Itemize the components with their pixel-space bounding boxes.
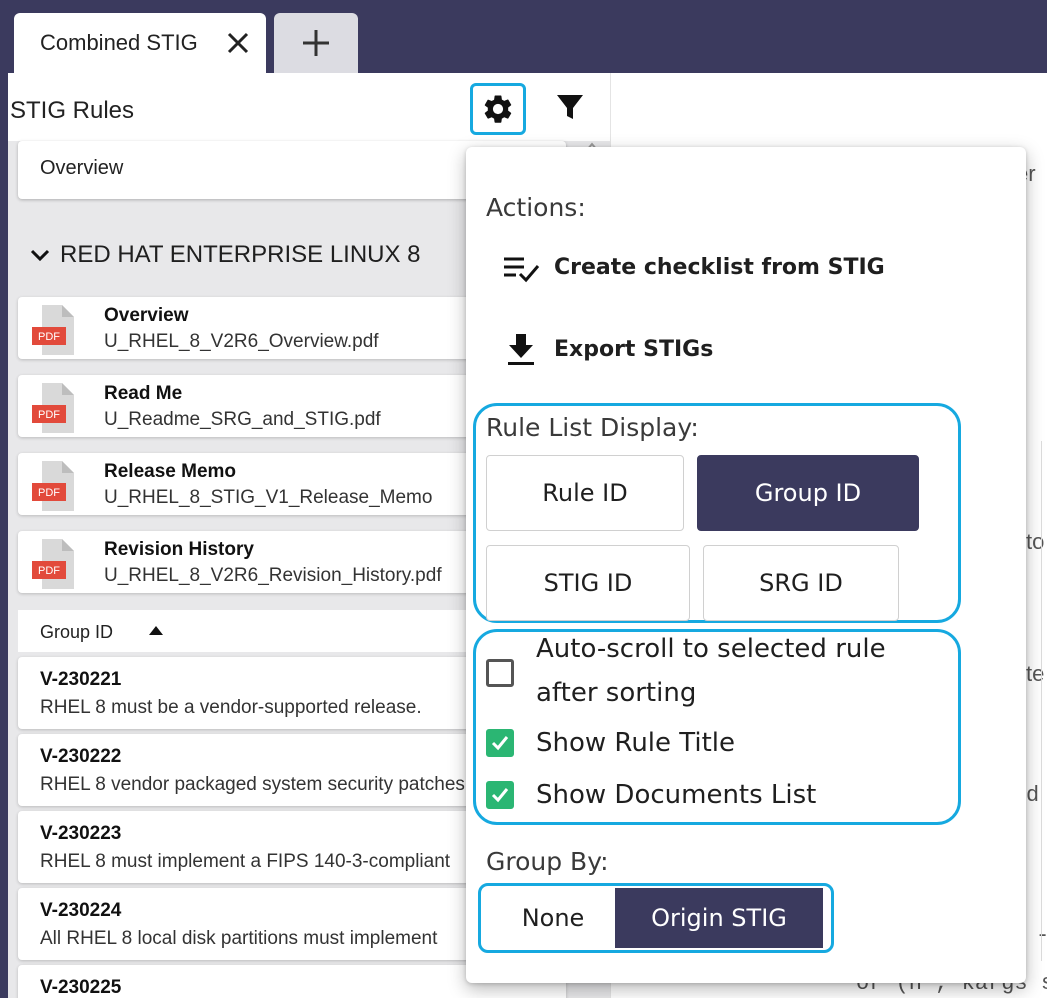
rule-id: V-230221: [40, 669, 122, 690]
group-by-label: Group By:: [486, 847, 609, 876]
window-edge: [0, 73, 8, 998]
panel-title: STIG Rules: [10, 97, 135, 124]
sort-column-label: Group ID: [40, 622, 114, 642]
auto-scroll-checkbox[interactable]: [486, 659, 514, 687]
stig-id-option[interactable]: STIG ID: [486, 545, 690, 621]
gear-icon: [484, 95, 512, 123]
rule-id: V-230223: [40, 823, 122, 844]
tab-bar: Combined STIG: [0, 0, 1047, 73]
svg-text:PDF: PDF: [38, 487, 60, 499]
create-checklist-button[interactable]: Create checklist from STIG: [502, 243, 885, 291]
show-rule-title-label: Show Rule Title: [536, 728, 735, 758]
actions-label: Actions:: [486, 193, 586, 222]
group-by-origin-stig-option[interactable]: Origin STIG: [615, 888, 823, 948]
filter-icon[interactable]: [554, 91, 586, 123]
rule-id: V-230224: [40, 900, 122, 921]
svg-text:PDF: PDF: [38, 565, 60, 577]
show-rule-title-checkbox[interactable]: [486, 729, 514, 757]
chevron-down-icon: [30, 249, 50, 262]
tab-label: Combined STIG: [40, 30, 198, 55]
overview-label: Overview: [40, 157, 124, 179]
svg-text:PDF: PDF: [38, 331, 60, 343]
show-documents-label: Show Documents List: [536, 780, 817, 810]
export-stigs-button[interactable]: Export STIGs: [502, 325, 713, 373]
document-title: Revision History: [104, 539, 254, 560]
auto-scroll-label: Auto-scroll to selected rule after sorti…: [536, 634, 886, 708]
auto-scroll-option[interactable]: Auto-scroll to selected rule after sorti…: [486, 627, 946, 715]
check-icon: [491, 736, 509, 751]
check-icon: [491, 788, 509, 803]
rule-title: All RHEL 8 local disk partitions must im…: [40, 928, 438, 949]
settings-popup: Actions: Create checklist from STIG Expo…: [466, 147, 1026, 983]
pdf-file-icon: PDF: [32, 539, 74, 589]
rule-id: V-230225: [40, 977, 122, 998]
new-tab-button[interactable]: [274, 13, 358, 73]
rule-title: RHEL 8 must implement a FIPS 140-3-compl…: [40, 851, 451, 872]
group-id-option[interactable]: Group ID: [697, 455, 919, 531]
rule-id-option[interactable]: Rule ID: [486, 455, 684, 531]
document-title: Read Me: [104, 383, 183, 404]
group-by-group: None Origin STIG: [478, 883, 834, 953]
divider: [1041, 441, 1042, 961]
document-filename: U_RHEL_8_STIG_V1_Release_Memo: [104, 487, 433, 508]
panel-header: STIG Rules: [8, 73, 610, 141]
svg-text:PDF: PDF: [38, 409, 60, 421]
rule-title: RHEL 8 must be a vendor-supported releas…: [40, 697, 422, 718]
create-checklist-label: Create checklist from STIG: [554, 254, 885, 280]
rule-list-display-label: Rule List Display:: [486, 413, 699, 442]
pdf-file-icon: PDF: [32, 305, 74, 355]
stig-group-header[interactable]: RED HAT ENTERPRISE LINUX 8: [28, 241, 421, 269]
sort-ascending-icon: [149, 626, 163, 635]
document-title: Release Memo: [104, 461, 237, 482]
show-documents-checkbox[interactable]: [486, 781, 514, 809]
document-filename: U_RHEL_8_V2R6_Overview.pdf: [104, 331, 379, 352]
group-by-none-option[interactable]: None: [491, 888, 615, 948]
tab-combined-stig[interactable]: Combined STIG: [14, 13, 266, 73]
rule-id: V-230222: [40, 746, 122, 767]
document-filename: U_Readme_SRG_and_STIG.pdf: [104, 409, 381, 430]
export-stigs-label: Export STIGs: [554, 336, 714, 362]
content-text: d: [1026, 783, 1040, 808]
download-icon: [508, 334, 534, 365]
document-filename: U_RHEL_8_V2R6_Revision_History.pdf: [104, 565, 442, 586]
show-rule-title-option[interactable]: Show Rule Title: [486, 721, 946, 765]
srg-id-option[interactable]: SRG ID: [703, 545, 899, 621]
pdf-file-icon: PDF: [32, 461, 74, 511]
plus-icon: [303, 30, 329, 56]
settings-button[interactable]: [470, 83, 526, 135]
document-title: Overview: [104, 305, 189, 326]
rule-title: RHEL 8 vendor packaged system security p…: [40, 774, 465, 795]
checklist-icon: [504, 257, 540, 283]
stig-group-title: RED HAT ENTERPRISE LINUX 8: [60, 241, 421, 268]
pdf-file-icon: PDF: [32, 383, 74, 433]
show-documents-option[interactable]: Show Documents List: [486, 773, 946, 817]
close-icon[interactable]: [222, 27, 254, 59]
